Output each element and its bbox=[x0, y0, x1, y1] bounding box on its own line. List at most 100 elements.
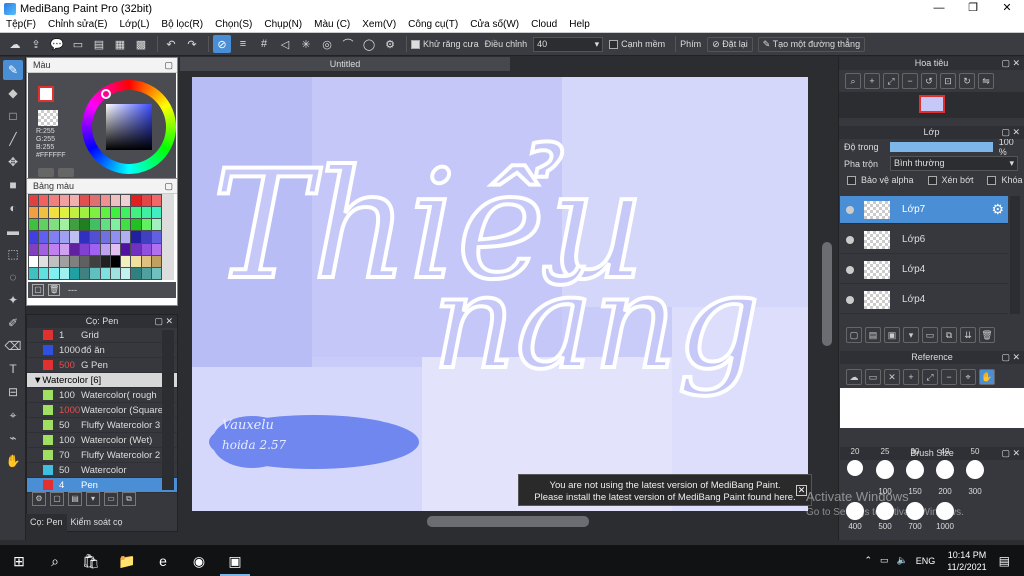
swatch[interactable] bbox=[110, 195, 121, 207]
reset-view-icon[interactable]: ⊡ bbox=[940, 73, 956, 89]
swatch[interactable] bbox=[39, 243, 49, 255]
brush-item[interactable]: 100 Watercolor (Wet) bbox=[27, 433, 177, 448]
brush-item[interactable]: 500 G Pen bbox=[27, 358, 177, 373]
swatch[interactable] bbox=[49, 207, 59, 219]
swatch[interactable] bbox=[131, 243, 141, 255]
swatch[interactable] bbox=[80, 207, 90, 219]
eye-icon[interactable] bbox=[846, 235, 854, 244]
zoom-in-icon[interactable]: + bbox=[864, 73, 880, 89]
brush-size-dot[interactable] bbox=[847, 460, 863, 476]
select-tool-icon[interactable]: ⬚ bbox=[3, 244, 23, 264]
bucket-tool-icon[interactable]: ◐ bbox=[3, 198, 23, 218]
swatch[interactable] bbox=[110, 219, 121, 231]
vertical-scroll-thumb[interactable] bbox=[822, 242, 832, 346]
swatch[interactable] bbox=[100, 219, 110, 231]
page-manage-icon[interactable]: ▦ bbox=[111, 35, 129, 53]
reference-open-icon[interactable]: ☁ bbox=[846, 369, 862, 385]
swatch[interactable] bbox=[39, 207, 49, 219]
swatch[interactable] bbox=[49, 255, 59, 267]
undo-icon[interactable]: ↶ bbox=[162, 35, 180, 53]
swatch[interactable] bbox=[49, 231, 59, 243]
menu-file[interactable]: Tệp(F) bbox=[0, 19, 42, 30]
swatch[interactable] bbox=[69, 243, 80, 255]
chevron-up-icon[interactable]: ⌃ bbox=[864, 555, 872, 566]
panel-close-icon[interactable]: ▢ bbox=[164, 179, 173, 194]
swatch[interactable] bbox=[151, 219, 161, 231]
layer-row[interactable]: Lớp4 bbox=[840, 256, 1008, 284]
swatch[interactable] bbox=[151, 195, 161, 207]
brush-item[interactable]: 50 Watercolor bbox=[27, 463, 177, 478]
maximize-button[interactable]: ❐ bbox=[956, 0, 990, 17]
close-button[interactable]: ✕ bbox=[990, 0, 1024, 17]
reset-button[interactable]: ⊘ Đặt lại bbox=[707, 36, 753, 52]
swatch[interactable] bbox=[110, 207, 121, 219]
antialias-checkbox[interactable] bbox=[411, 39, 420, 49]
swatch[interactable] bbox=[49, 267, 59, 279]
reference-close-icon[interactable]: ✕ bbox=[884, 369, 900, 385]
windows-start-icon[interactable]: ⊞ bbox=[4, 546, 34, 576]
duplicate-layer-icon[interactable]: ⧉ bbox=[941, 327, 957, 343]
snap-curve-icon[interactable]: ⌒ bbox=[339, 35, 357, 53]
menu-window[interactable]: Cửa số(W) bbox=[464, 19, 525, 30]
color-mode-button-2[interactable] bbox=[58, 168, 74, 177]
layer-menu-icon[interactable]: ▾ bbox=[903, 327, 919, 343]
swatch[interactable] bbox=[151, 255, 161, 267]
grid-icon[interactable]: ▩ bbox=[132, 35, 150, 53]
swatch[interactable] bbox=[80, 255, 90, 267]
merge-layer-icon[interactable]: ⇊ bbox=[960, 327, 976, 343]
swatch[interactable] bbox=[131, 195, 141, 207]
swatch[interactable] bbox=[59, 207, 69, 219]
adjust-dropdown[interactable]: 40 bbox=[533, 36, 604, 52]
swatch[interactable] bbox=[59, 195, 69, 207]
swatch[interactable] bbox=[90, 195, 100, 207]
swatch[interactable] bbox=[59, 267, 69, 279]
eye-icon[interactable] bbox=[846, 295, 854, 304]
snap-vanish-icon[interactable]: ◁ bbox=[276, 35, 294, 53]
swatch[interactable] bbox=[29, 219, 39, 231]
swatch-scrollbar[interactable] bbox=[162, 194, 174, 280]
color-square[interactable] bbox=[106, 104, 152, 150]
layer-scrollbar[interactable] bbox=[1010, 196, 1020, 314]
swatch[interactable] bbox=[131, 231, 141, 243]
swatch[interactable] bbox=[100, 267, 110, 279]
menu-color[interactable]: Màu (C) bbox=[308, 19, 356, 30]
swatch[interactable] bbox=[141, 195, 151, 207]
swatch[interactable] bbox=[80, 231, 90, 243]
swatch[interactable] bbox=[131, 255, 141, 267]
swatch[interactable] bbox=[69, 195, 80, 207]
panel-close-icon[interactable]: ▢ ✕ bbox=[1001, 57, 1020, 70]
brush-scrollbar[interactable] bbox=[162, 330, 174, 490]
swatch[interactable] bbox=[29, 195, 39, 207]
zoom-out-icon[interactable]: − bbox=[902, 73, 918, 89]
swatch[interactable] bbox=[69, 255, 80, 267]
reference-fit-icon[interactable]: ⤢ bbox=[922, 369, 938, 385]
delete-layer-icon[interactable]: 🗑 bbox=[979, 327, 995, 343]
brush-item[interactable]: 100 Watercolor( rough bbox=[27, 388, 177, 403]
brush-item[interactable]: 50 Fluffy Watercolor 3 bbox=[27, 418, 177, 433]
swatch[interactable] bbox=[29, 207, 39, 219]
horizontal-scroll-thumb[interactable] bbox=[427, 516, 589, 527]
menu-view[interactable]: Xem(V) bbox=[356, 19, 402, 30]
swatch[interactable] bbox=[141, 243, 151, 255]
swatch[interactable] bbox=[59, 231, 69, 243]
swatch[interactable] bbox=[90, 231, 100, 243]
swatch[interactable] bbox=[49, 243, 59, 255]
reference-eyedropper-icon[interactable]: ⌖ bbox=[960, 369, 976, 385]
swatch[interactable] bbox=[59, 255, 69, 267]
brush-item[interactable]: 1 Grid bbox=[27, 328, 177, 343]
snap-ellipse-icon[interactable]: ◯ bbox=[360, 35, 378, 53]
swatch[interactable] bbox=[90, 219, 100, 231]
swatch[interactable] bbox=[110, 243, 121, 255]
duplicate-icon[interactable]: ⧉ bbox=[122, 492, 136, 506]
swatch[interactable] bbox=[110, 231, 121, 243]
swatch[interactable] bbox=[121, 267, 131, 279]
opacity-slider[interactable] bbox=[889, 142, 993, 152]
swatch[interactable] bbox=[100, 195, 110, 207]
reference-zoom-out-icon[interactable]: − bbox=[941, 369, 957, 385]
swatch[interactable] bbox=[151, 267, 161, 279]
fill-rect-tool-icon[interactable]: ■ bbox=[3, 175, 23, 195]
create-line-button[interactable]: ✎ Tạo một đường thẳng bbox=[757, 36, 866, 52]
swatch[interactable] bbox=[59, 243, 69, 255]
delete-swatch-icon[interactable]: 🗑 bbox=[48, 284, 60, 296]
swatch[interactable] bbox=[131, 207, 141, 219]
